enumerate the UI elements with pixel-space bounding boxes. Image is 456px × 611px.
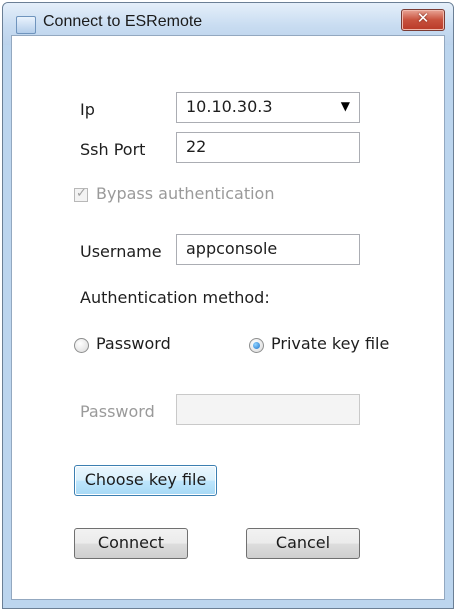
password-radio[interactable] [74,338,89,353]
window-title: Connect to ESRemote [43,13,203,30]
password-field[interactable] [176,394,360,425]
password-label: Password [80,402,155,421]
dropdown-arrow-icon: ▼ [340,99,350,113]
connect-button[interactable]: Connect [74,528,188,559]
ssh-port-field[interactable]: 22 [176,132,360,163]
private-key-radio-label[interactable]: Private key file [271,334,389,353]
close-icon: ✕ [416,9,430,27]
close-button[interactable]: ✕ [401,9,445,31]
choose-key-file-button[interactable]: Choose key file [74,465,217,496]
bypass-auth-label: Bypass authentication [96,184,275,203]
ip-combobox[interactable]: 10.10.30.3 ▼ [176,92,360,123]
ip-label: Ip [80,100,95,119]
app-icon [16,16,36,34]
ip-value: 10.10.30.3 [186,97,273,116]
password-radio-label[interactable]: Password [96,334,171,353]
cancel-button[interactable]: Cancel [246,528,360,559]
ssh-port-label: Ssh Port [80,140,146,159]
username-label: Username [80,242,162,261]
auth-method-label: Authentication method: [80,288,270,307]
username-field[interactable]: appconsole [176,234,360,265]
check-icon: ✓ [76,186,87,201]
dialog-window: Connect to ESRemote ✕ Ip 10.10.30.3 ▼ Ss… [2,2,454,609]
private-key-radio[interactable] [249,338,264,353]
dialog-content: Ip 10.10.30.3 ▼ Ssh Port 22 ✓ Bypass aut… [11,35,445,600]
bypass-auth-checkbox[interactable]: ✓ [74,186,88,202]
